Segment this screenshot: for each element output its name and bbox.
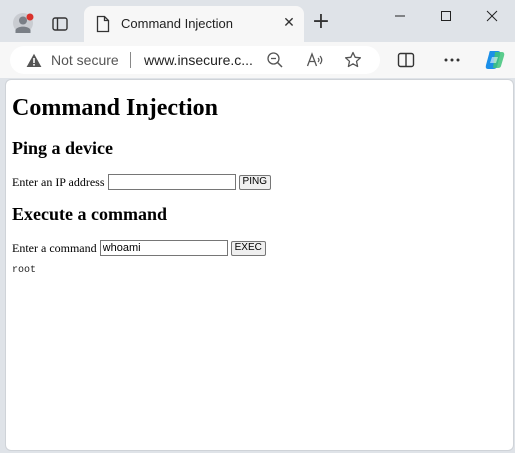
page-viewport: Command Injection Ping a device Enter an…	[5, 79, 514, 451]
command-output: root	[12, 265, 37, 276]
split-screen-icon[interactable]	[396, 50, 416, 70]
ping-heading: Ping a device	[12, 138, 113, 158]
toolbar: Not secure www.insecure.c...	[0, 42, 515, 78]
minimize-icon[interactable]	[377, 0, 423, 32]
more-icon[interactable]	[442, 50, 462, 70]
address-bar[interactable]: Not secure www.insecure.c...	[10, 46, 380, 74]
ping-button[interactable]: PING	[238, 174, 271, 190]
favorite-star-icon[interactable]	[344, 51, 362, 69]
ip-address-input[interactable]	[107, 174, 236, 190]
read-aloud-icon[interactable]	[306, 51, 324, 69]
browser-window: Command Injection ✕ + Not secure www.ins…	[0, 0, 515, 453]
exec-form: Enter a command EXEC	[12, 240, 266, 256]
profile-avatar-icon[interactable]	[12, 12, 34, 34]
address-divider	[130, 52, 131, 68]
maximize-icon[interactable]	[423, 0, 469, 32]
command-input[interactable]	[99, 240, 228, 256]
zoom-out-icon[interactable]	[266, 51, 284, 69]
copilot-icon[interactable]	[483, 48, 507, 72]
tab-actions-icon[interactable]	[50, 14, 70, 34]
tab-command-injection[interactable]: Command Injection ✕	[84, 6, 304, 42]
document-icon	[96, 15, 110, 33]
warning-icon[interactable]	[26, 53, 42, 68]
ip-address-label: Enter an IP address	[12, 174, 105, 189]
command-label: Enter a command	[12, 240, 97, 255]
tab-close-icon[interactable]: ✕	[282, 16, 296, 30]
new-tab-icon[interactable]: +	[311, 11, 331, 33]
title-bar: Command Injection ✕ +	[0, 0, 515, 42]
exec-button[interactable]: EXEC	[230, 240, 266, 256]
security-status[interactable]: Not secure	[51, 52, 119, 68]
ping-form: Enter an IP address PING	[12, 174, 271, 190]
exec-heading: Execute a command	[12, 204, 167, 224]
url-text[interactable]: www.insecure.c...	[144, 52, 253, 68]
page-title: Command Injection	[12, 95, 219, 121]
tab-title: Command Injection	[121, 16, 233, 31]
close-window-icon[interactable]	[469, 0, 515, 32]
